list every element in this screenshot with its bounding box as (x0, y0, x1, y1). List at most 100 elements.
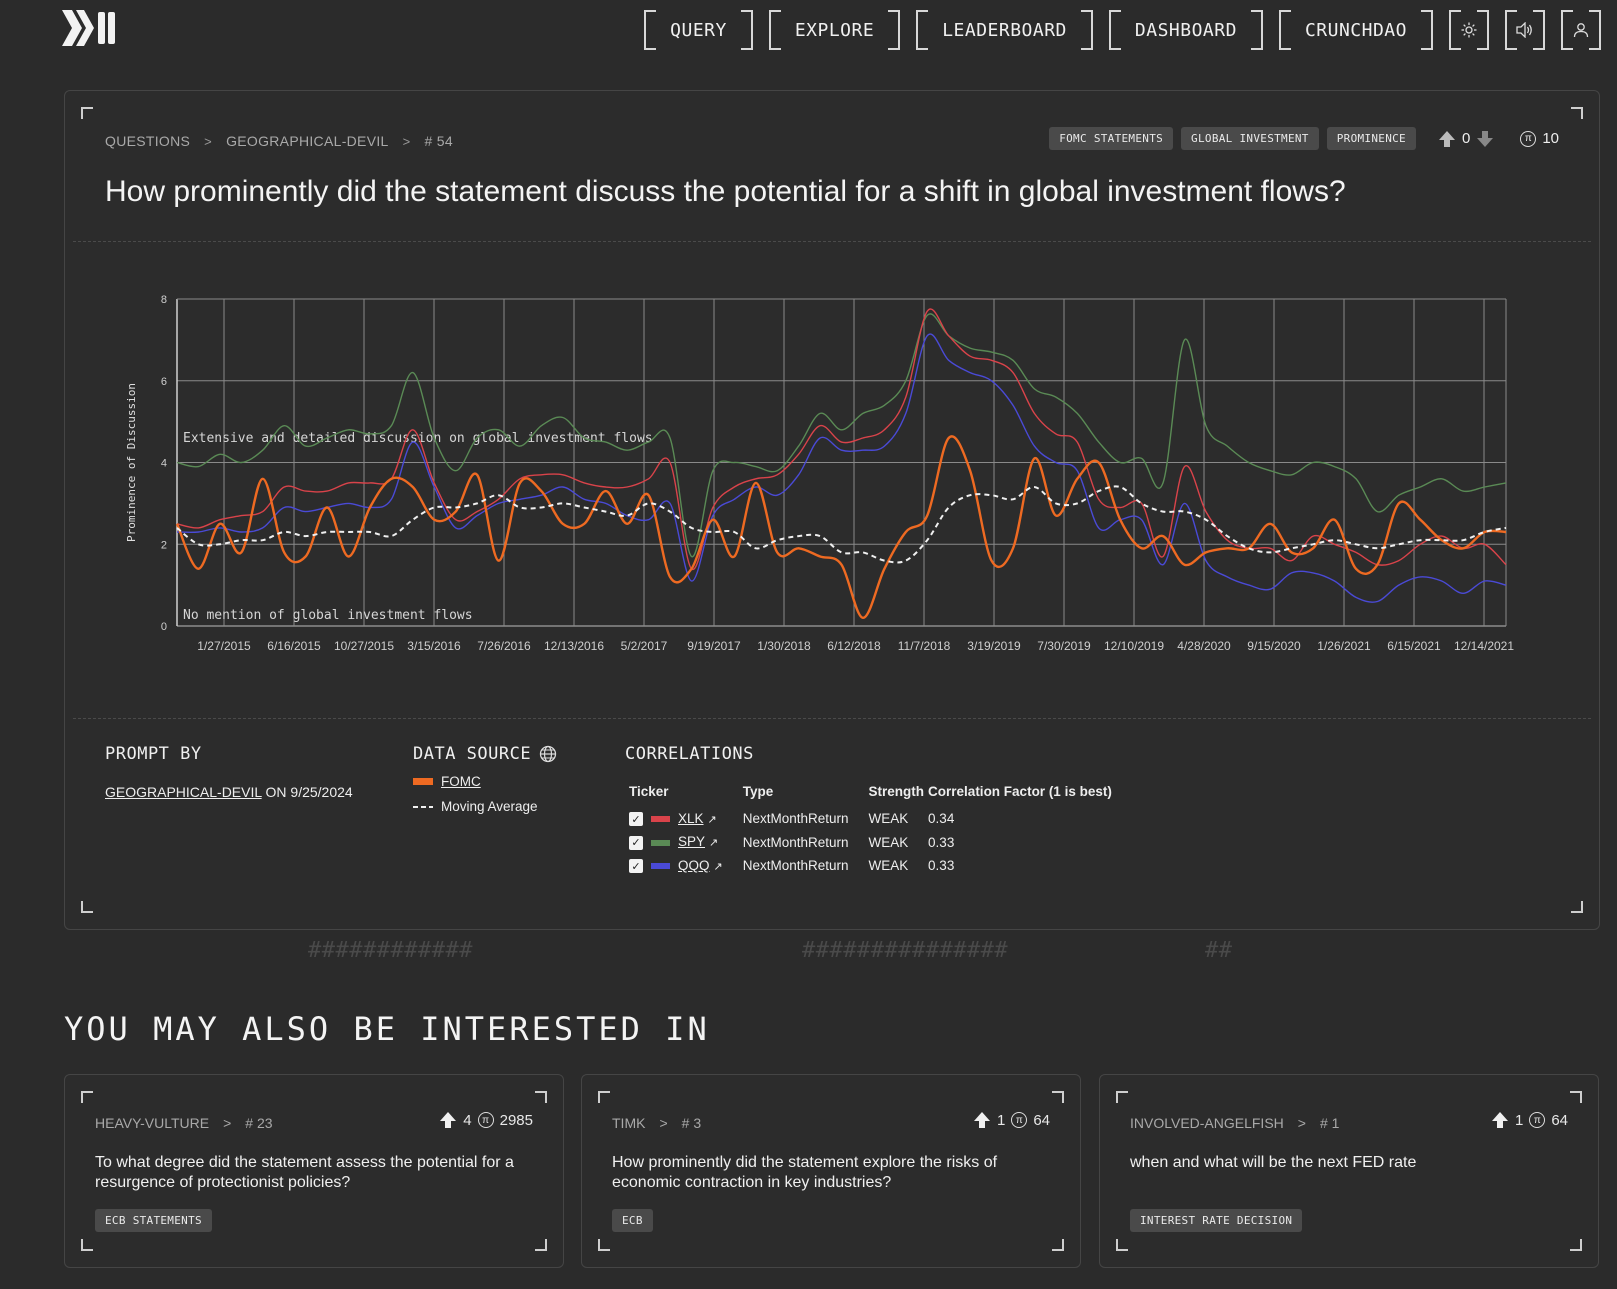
upvote-arrow-icon[interactable] (1438, 130, 1456, 148)
pi-icon: π (1529, 1112, 1546, 1128)
breadcrumb: QUESTIONS > GEOGRAPHICAL-DEVIL > # 54 (105, 133, 453, 149)
vote-count: 1 (1514, 1111, 1524, 1129)
prominence-line-chart: 0 2 4 6 8 1/27/2015 6/16/2015 10/27/2015 3/15/20… (125, 294, 1514, 653)
decorative-hash-3: ## (1205, 938, 1233, 963)
spy-swatch (651, 839, 670, 846)
related-card-2[interactable]: TIMK > # 3 1 π 64 How prominently did th… (581, 1074, 1081, 1268)
tag-global-investment[interactable]: GLOBAL INVESTMENT (1181, 127, 1319, 150)
chevron-right-icon: > (1297, 1115, 1306, 1131)
related-section-title: YOU MAY ALSO BE INTERESTED IN (64, 1010, 710, 1048)
tag-fomc-statements[interactable]: FOMC STATEMENTS (1049, 127, 1174, 150)
globe-icon[interactable] (539, 745, 557, 763)
y-tick-label: 0 (161, 621, 167, 633)
upvote-arrow-icon[interactable] (973, 1111, 991, 1129)
data-source-moving-average: Moving Average (413, 799, 557, 814)
x-tick-label: 3/19/2019 (967, 639, 1021, 653)
source-name: Moving Average (441, 799, 538, 814)
upvote-arrow-icon[interactable] (439, 1111, 457, 1129)
breadcrumb: HEAVY-VULTURE > # 23 (95, 1115, 273, 1131)
nav-label: CRUNCHDAO (1304, 19, 1407, 41)
related-card-3[interactable]: INVOLVED-ANGELFISH > # 1 1 π 64 when and… (1099, 1074, 1599, 1268)
upvote-arrow-icon[interactable] (1491, 1111, 1509, 1129)
pi-icon: π (1520, 130, 1537, 147)
sun-icon (1461, 22, 1477, 38)
data-source-section: DATA SOURCE FOMC Moving Average (413, 744, 557, 814)
x-tick-label: 9/19/2017 (687, 639, 741, 653)
sound-toggle-button[interactable] (1505, 10, 1545, 50)
nav-crunchdao[interactable]: CRUNCHDAO (1278, 10, 1434, 50)
xlk-swatch (651, 816, 670, 823)
col-factor: Correlation Factor (1 is best) (928, 784, 1112, 799)
top-nav: QUERY EXPLORE LEADERBOARD DASHBOARD CRUN… (644, 10, 1601, 50)
table-row: ✓ QQQ ↗ NextMonthReturn WEAK 0.33 (625, 854, 1118, 877)
external-link-icon[interactable]: ↗ (714, 861, 723, 873)
downvote-arrow-icon[interactable] (1476, 130, 1494, 148)
x-tick-label: 12/10/2019 (1104, 639, 1164, 653)
checkbox-qqq[interactable]: ✓ (629, 859, 643, 874)
correlations-table: Ticker Type Strength Correlation Factor … (625, 784, 1118, 877)
series-line-qqq (176, 333, 1507, 603)
chevron-right-icon: > (402, 133, 411, 149)
row-strength: WEAK (868, 834, 909, 850)
card-author[interactable]: HEAVY-VULTURE (95, 1115, 209, 1131)
fomc-swatch (413, 778, 433, 785)
row-strength: WEAK (868, 858, 909, 874)
card-author[interactable]: TIMK (612, 1115, 645, 1131)
breadcrumb-questions[interactable]: QUESTIONS (105, 133, 190, 149)
pi-score: 64 (1033, 1111, 1050, 1129)
tag-prominence[interactable]: PROMINENCE (1326, 127, 1416, 150)
ticker-link-spy[interactable]: SPY (678, 834, 705, 849)
row-type: NextMonthReturn (742, 858, 849, 874)
tag-list: FOMC STATEMENTS GLOBAL INVESTMENT PROMIN… (1049, 127, 1559, 150)
x-tick-label: 11/7/2018 (898, 639, 951, 653)
prompt-by-label: PROMPT BY (105, 744, 202, 764)
question-card: QUESTIONS > GEOGRAPHICAL-DEVIL > # 54 FO… (64, 90, 1600, 930)
row-type: NextMonthReturn (742, 811, 849, 827)
nav-leaderboard[interactable]: LEADERBOARD (916, 10, 1093, 50)
chevron-right-icon: > (204, 133, 213, 149)
prompt-by-section: PROMPT BY GEOGRAPHICAL-DEVIL ON 9/25/202… (105, 744, 353, 800)
dashed-line-icon (413, 805, 433, 808)
checkbox-spy[interactable]: ✓ (629, 835, 643, 850)
related-card-1[interactable]: HEAVY-VULTURE > # 23 4 π 2985 To what de… (64, 1074, 564, 1268)
checkbox-xlk[interactable]: ✓ (629, 812, 643, 827)
theme-toggle-button[interactable] (1449, 10, 1489, 50)
pi-icon: π (1011, 1112, 1028, 1128)
crunchdao-logo[interactable] (62, 10, 118, 46)
card-tag[interactable]: INTEREST RATE DECISION (1130, 1209, 1303, 1232)
ticker-link-qqq[interactable]: QQQ (678, 858, 710, 873)
x-tick-label: 1/26/2021 (1317, 639, 1371, 653)
card-tag[interactable]: ECB (612, 1209, 653, 1232)
breadcrumb: TIMK > # 3 (612, 1115, 701, 1131)
decorative-hash-1: ############ (308, 938, 473, 963)
annotation-top: Extensive and detailed discussion on glo… (183, 431, 653, 446)
col-type: Type (742, 784, 774, 799)
nav-label: LEADERBOARD (942, 19, 1067, 41)
breadcrumb-author[interactable]: GEOGRAPHICAL-DEVIL (226, 133, 389, 149)
row-factor: 0.33 (928, 834, 955, 850)
card-number: # 3 (681, 1115, 702, 1131)
pi-icon: π (477, 1112, 494, 1128)
external-link-icon[interactable]: ↗ (709, 837, 718, 849)
nav-query[interactable]: QUERY (644, 10, 753, 50)
card-author[interactable]: INVOLVED-ANGELFISH (1130, 1115, 1284, 1131)
nav-label: EXPLORE (794, 19, 875, 41)
data-source-fomc[interactable]: FOMC (413, 774, 557, 789)
qqq-swatch (651, 863, 670, 870)
card-question: To what degree did the statement assess … (95, 1154, 514, 1191)
x-tick-label: 6/15/2021 (1387, 639, 1441, 653)
card-number: # 1 (1319, 1115, 1340, 1131)
pi-score: 10 (1542, 130, 1559, 147)
series-line-fomc (175, 435, 1507, 619)
ticker-link-xlk[interactable]: XLK (678, 811, 704, 826)
correlations-label: CORRELATIONS (625, 744, 754, 764)
table-row: ✓ SPY ↗ NextMonthReturn WEAK 0.33 (625, 830, 1118, 853)
external-link-icon[interactable]: ↗ (708, 814, 717, 826)
prompt-author-link[interactable]: GEOGRAPHICAL-DEVIL (105, 784, 262, 800)
x-tick-label: 4/28/2020 (1177, 639, 1231, 653)
chevron-right-icon: > (659, 1115, 668, 1131)
card-tag[interactable]: ECB STATEMENTS (95, 1209, 212, 1232)
nav-explore[interactable]: EXPLORE (768, 10, 901, 50)
account-button[interactable] (1561, 10, 1601, 50)
nav-dashboard[interactable]: DASHBOARD (1108, 10, 1264, 50)
